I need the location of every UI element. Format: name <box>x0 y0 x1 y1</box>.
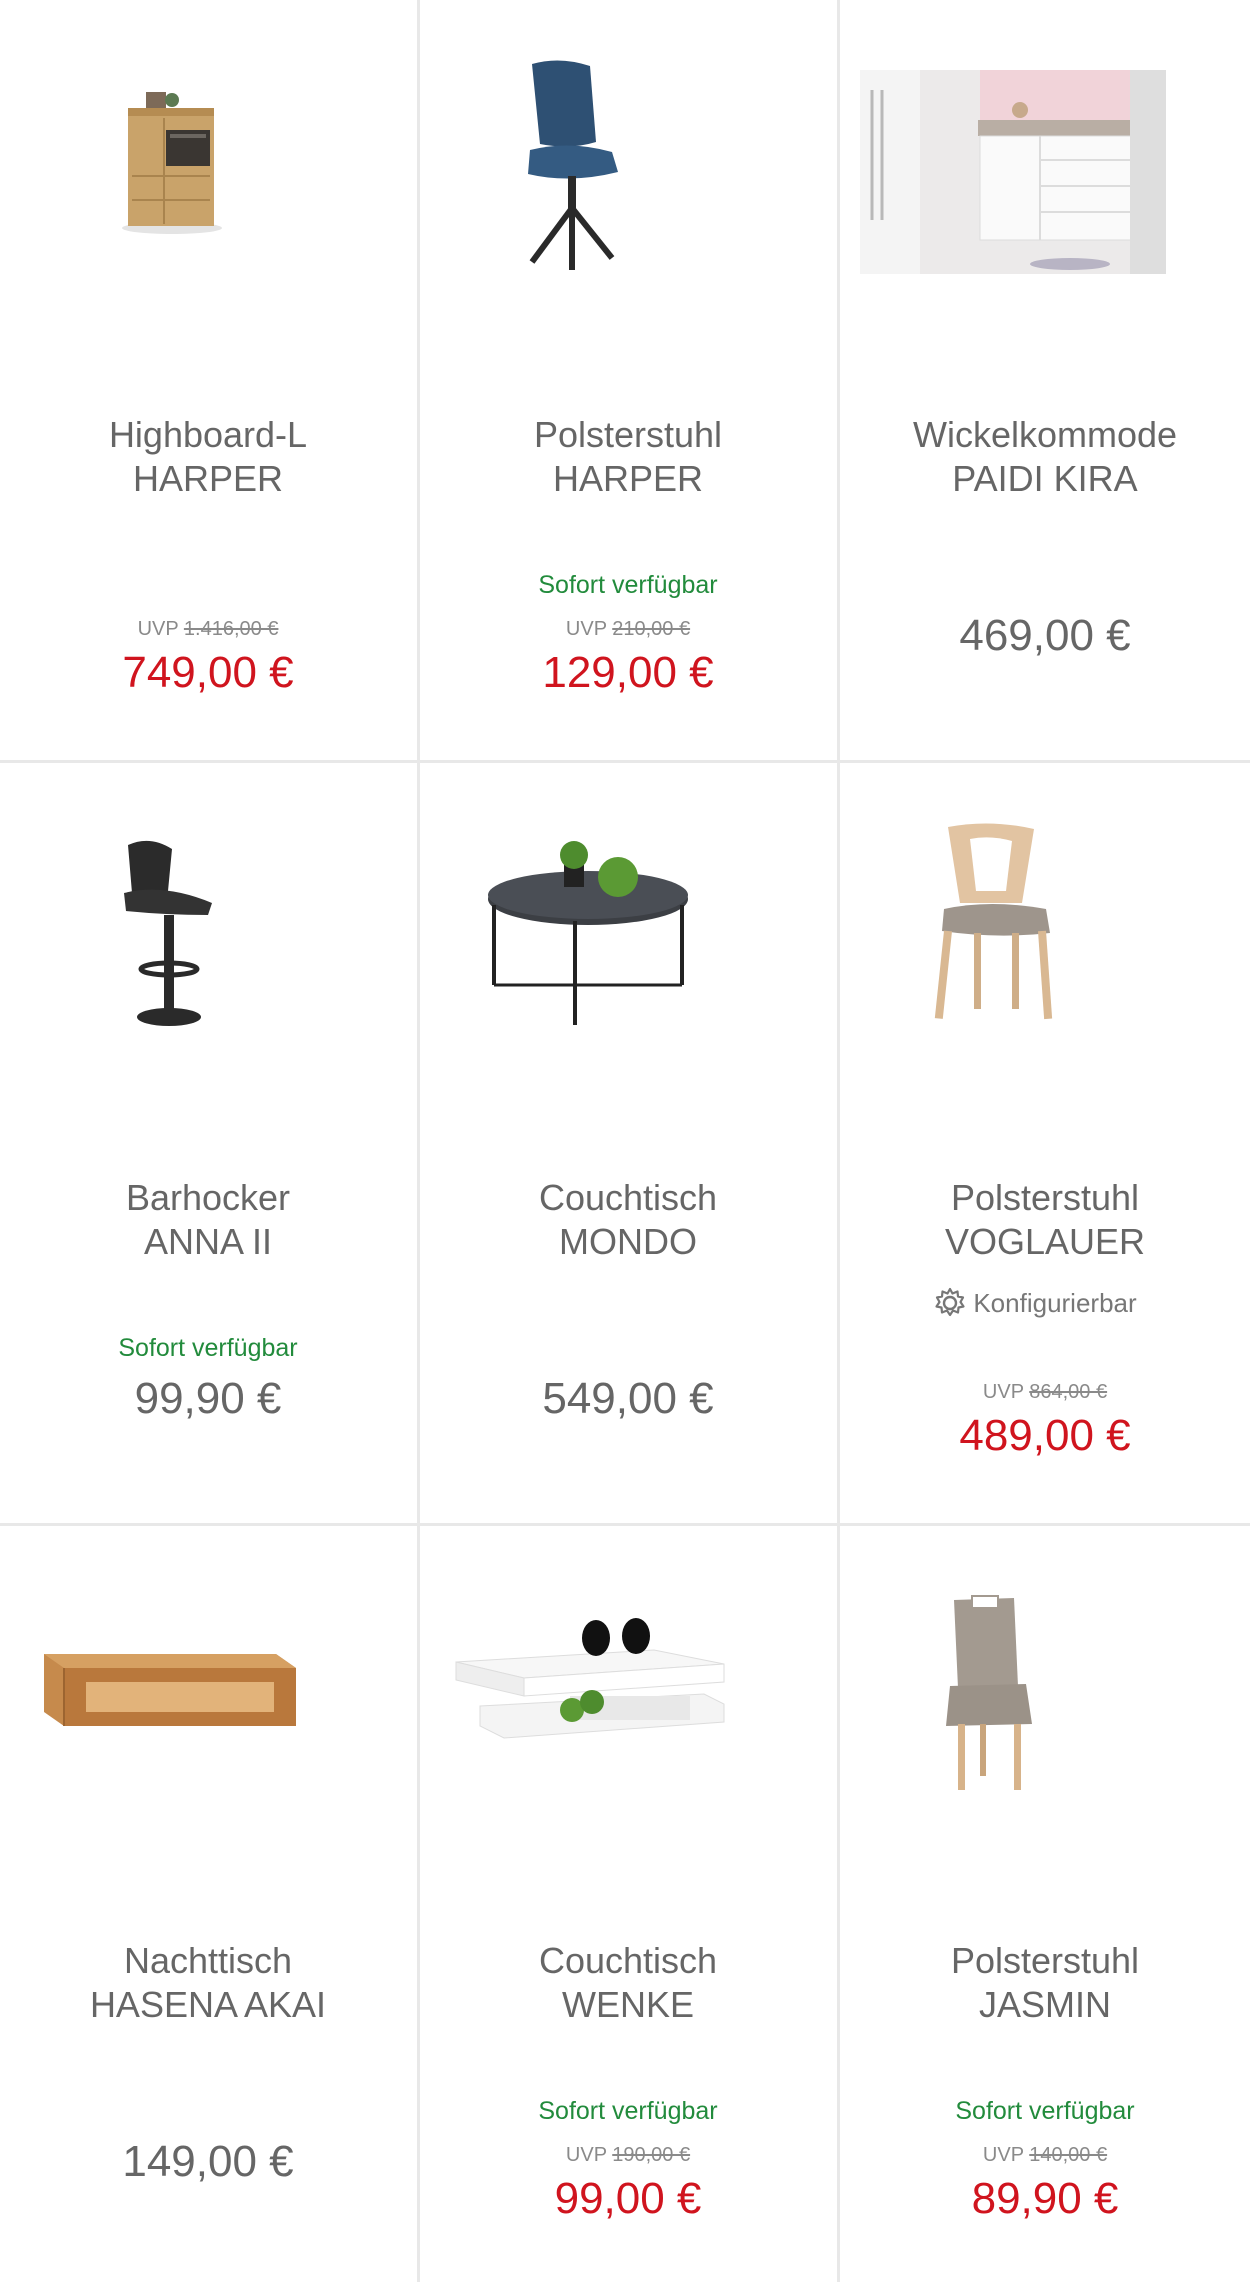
highboard-image <box>122 92 222 234</box>
product-image[interactable] <box>0 763 416 1123</box>
sale-price: 89,90 € <box>971 2174 1119 2223</box>
configurable-label: Konfigurierbar <box>973 1288 1137 1318</box>
product-name-line1[interactable]: Polsterstuhl <box>860 1176 1230 1220</box>
regular-price: 549,00 € <box>542 1374 714 1423</box>
uvp-label: UVP <box>565 2144 607 2166</box>
product-name-line1[interactable]: Highboard-L <box>20 413 396 457</box>
regular-price: 99,90 € <box>134 1374 282 1423</box>
availability-status: Sofort verfügbar <box>955 2097 1135 2125</box>
sale-price: 99,00 € <box>554 2174 702 2223</box>
uvp-price: UVP 190,00 € <box>420 2143 836 2167</box>
uvp-old-price: 140,00 € <box>1029 2144 1108 2166</box>
bar-stool-image <box>124 840 212 1026</box>
uvp-price: UVP 140,00 € <box>840 2143 1250 2167</box>
product-card[interactable]: Nachttisch HASENA AKAI 149,00 € <box>0 1526 416 2286</box>
product-name-line1[interactable]: Wickelkommode <box>860 413 1230 457</box>
product-name[interactable]: Polsterstuhl VOGLAUER <box>860 1176 1230 1264</box>
uvp-label: UVP <box>137 618 179 640</box>
product-name[interactable]: Barhocker ANNA II <box>20 1176 396 1264</box>
blue-chair-image <box>528 60 618 270</box>
wooden-chair-image <box>934 823 1053 1020</box>
uvp-price: UVP 864,00 € <box>840 1380 1250 1404</box>
product-name[interactable]: Polsterstuhl HARPER <box>440 413 816 501</box>
product-card[interactable]: Couchtisch WENKE Sofort verfügbar UVP 19… <box>420 1526 836 2286</box>
product-name[interactable]: Couchtisch WENKE <box>440 1939 816 2027</box>
availability-status: Sofort verfügbar <box>538 571 718 599</box>
product-image[interactable] <box>0 1526 416 1886</box>
uvp-old-price: 864,00 € <box>1029 1381 1108 1403</box>
product-image[interactable] <box>840 0 1250 360</box>
uvp-label: UVP <box>982 2144 1024 2166</box>
changing-dresser-image <box>860 70 1166 274</box>
product-name-line2[interactable]: HASENA AKAI <box>20 1983 396 2027</box>
product-card[interactable]: Highboard-L HARPER UVP 1.416,00 € 749,00… <box>0 0 416 760</box>
configurable-badge[interactable]: Konfigurierbar <box>840 1285 1230 1321</box>
product-card[interactable]: Barhocker ANNA II Sofort verfügbar 99,90… <box>0 763 416 1523</box>
product-name-line2[interactable]: WENKE <box>440 1983 816 2027</box>
uvp-price: UVP 210,00 € <box>420 617 836 641</box>
uvp-old-price: 1.416,00 € <box>183 618 279 640</box>
product-name-line2[interactable]: VOGLAUER <box>860 1220 1230 1264</box>
product-name-line1[interactable]: Barhocker <box>20 1176 396 1220</box>
regular-price: 469,00 € <box>959 611 1131 660</box>
product-card[interactable]: Polsterstuhl JASMIN Sofort verfügbar UVP… <box>840 1526 1250 2286</box>
product-name[interactable]: Polsterstuhl JASMIN <box>860 1939 1230 2027</box>
sale-price: 129,00 € <box>542 648 714 697</box>
product-image[interactable] <box>420 763 836 1123</box>
product-image[interactable] <box>420 1526 836 1886</box>
product-name[interactable]: Wickelkommode PAIDI KIRA <box>860 413 1230 501</box>
sale-price: 489,00 € <box>959 1411 1131 1460</box>
product-grid: Highboard-L HARPER UVP 1.416,00 € 749,00… <box>0 0 1250 2282</box>
product-name-line2[interactable]: MONDO <box>440 1220 816 1264</box>
product-card[interactable]: Wickelkommode PAIDI KIRA 469,00 € <box>840 0 1250 760</box>
product-name[interactable]: Couchtisch MONDO <box>440 1176 816 1264</box>
product-name-line2[interactable]: JASMIN <box>860 1983 1230 2027</box>
product-image[interactable] <box>840 1526 1250 1886</box>
white-coffee-table-image <box>455 1618 725 1739</box>
product-name[interactable]: Nachttisch HASENA AKAI <box>20 1939 396 2027</box>
uvp-old-price: 210,00 € <box>612 618 691 640</box>
product-card[interactable]: Couchtisch MONDO 549,00 € <box>420 763 836 1523</box>
regular-price: 149,00 € <box>122 2137 294 2186</box>
product-name[interactable]: Highboard-L HARPER <box>20 413 396 501</box>
uvp-label: UVP <box>565 618 607 640</box>
gear-icon <box>935 1287 965 1317</box>
nightstand-image <box>44 1654 296 1726</box>
product-card[interactable]: Polsterstuhl HARPER Sofort verfügbar UVP… <box>420 0 836 760</box>
uvp-price: UVP 1.416,00 € <box>0 617 416 641</box>
product-name-line2[interactable]: PAIDI KIRA <box>860 457 1230 501</box>
product-name-line2[interactable]: HARPER <box>440 457 816 501</box>
grey-chair-image <box>946 1595 1032 1790</box>
product-name-line1[interactable]: Polsterstuhl <box>440 413 816 457</box>
product-image[interactable] <box>0 0 416 360</box>
round-coffee-table-image <box>488 841 688 1025</box>
product-image[interactable] <box>840 763 1250 1123</box>
product-name-line1[interactable]: Nachttisch <box>20 1939 396 1983</box>
product-image[interactable] <box>420 0 836 360</box>
uvp-label: UVP <box>982 1381 1024 1403</box>
product-card[interactable]: Polsterstuhl VOGLAUER Konfigurierbar UVP… <box>840 763 1250 1523</box>
product-name-line1[interactable]: Couchtisch <box>440 1176 816 1220</box>
availability-status: Sofort verfügbar <box>538 2097 718 2125</box>
product-name-line2[interactable]: ANNA II <box>20 1220 396 1264</box>
product-name-line1[interactable]: Couchtisch <box>440 1939 816 1983</box>
sale-price: 749,00 € <box>122 648 294 697</box>
product-name-line2[interactable]: HARPER <box>20 457 396 501</box>
uvp-old-price: 190,00 € <box>612 2144 691 2166</box>
availability-status: Sofort verfügbar <box>118 1334 298 1362</box>
product-name-line1[interactable]: Polsterstuhl <box>860 1939 1230 1983</box>
